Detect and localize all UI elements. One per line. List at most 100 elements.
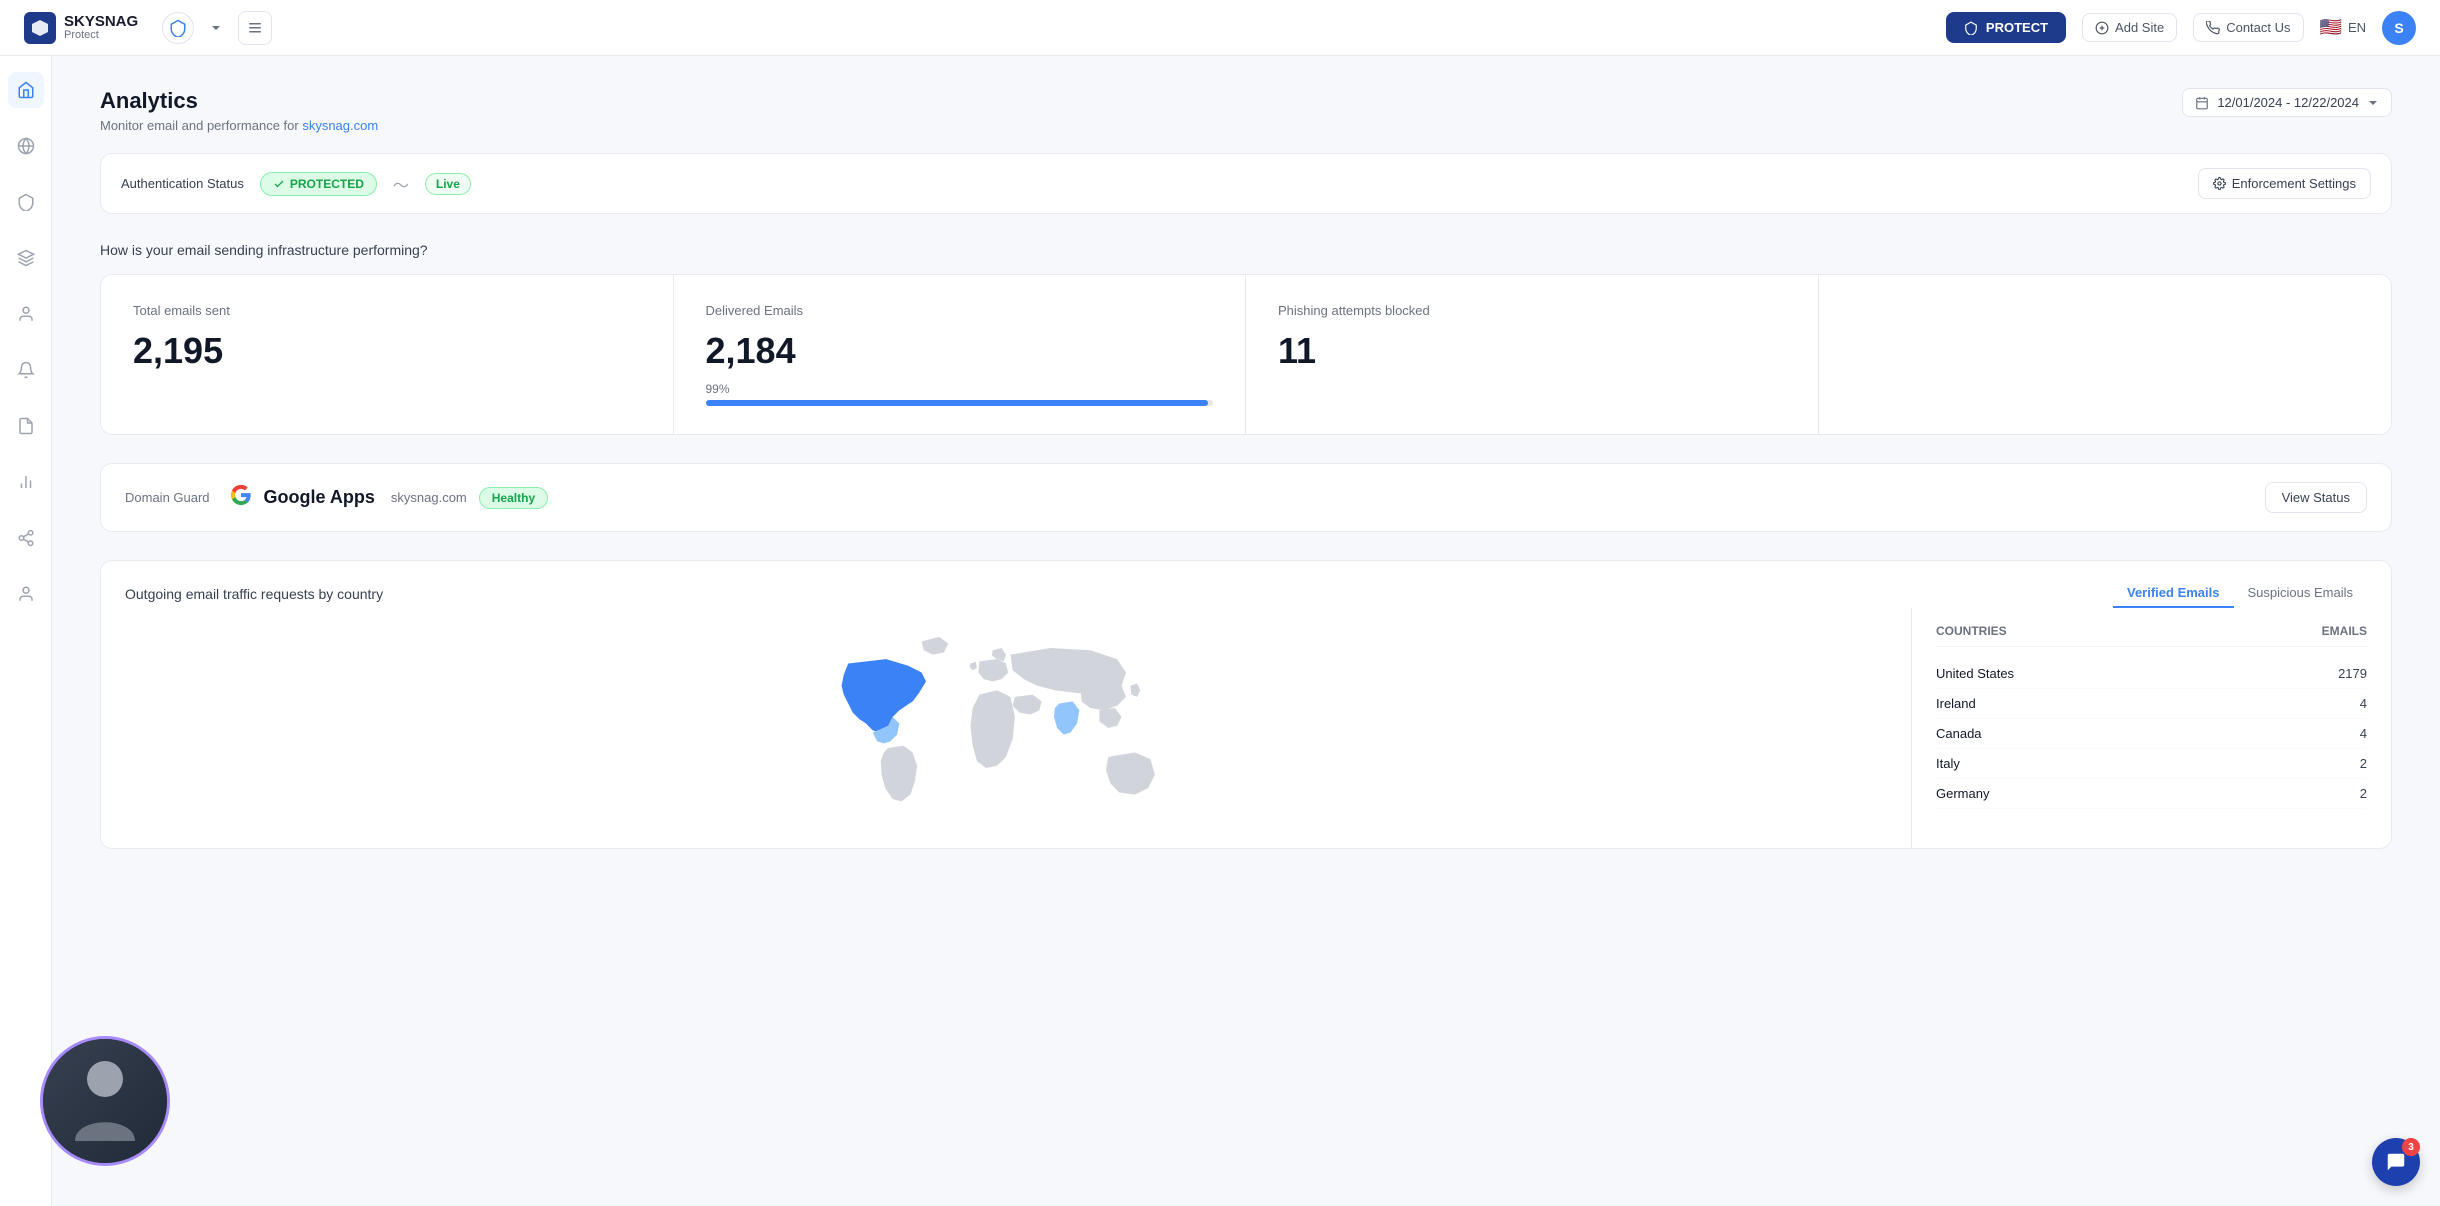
main-content: Analytics Monitor email and performance … [52,56,2440,1206]
add-site-label: Add Site [2115,20,2164,35]
sidebar-item-shield[interactable] [8,184,44,220]
settings-icon [2213,177,2226,190]
stats-row: Total emails sent 2,195 Delivered Emails… [100,274,2392,435]
logo-area: SKYSNAG Protect [24,12,138,44]
webcam-person [43,1036,167,1166]
map-visual [101,608,1911,848]
map-tabs: Verified Emails Suspicious Emails [2113,579,2367,608]
sidebar-item-user-circle[interactable] [8,576,44,612]
share-icon [17,529,35,547]
chat-icon [2385,1151,2407,1173]
emails-italy: 2 [2360,756,2367,771]
user-icon [17,305,35,323]
africa-path [970,690,1014,768]
chat-button[interactable]: 3 [2372,1138,2420,1186]
person-svg [65,1051,145,1151]
menu-button[interactable] [238,11,272,45]
menu-icon [247,20,263,36]
emails-us: 2179 [2338,666,2367,681]
domain-guard-label: Domain Guard [125,490,210,505]
page-header: Analytics Monitor email and performance … [100,88,2392,133]
sidebar-item-home[interactable] [8,72,44,108]
domain-link[interactable]: skysnag.com [302,118,378,133]
google-icon [230,484,252,512]
map-section: Outgoing email traffic requests by count… [100,560,2392,849]
logo-name: SKYSNAG [64,14,138,29]
sidebar-item-user[interactable] [8,296,44,332]
page-subtitle: Monitor email and performance for skysna… [100,118,378,133]
view-status-button[interactable]: View Status [2265,482,2367,513]
wave-icon: 〜 [393,172,409,196]
contact-us-label: Contact Us [2226,20,2290,35]
google-svg [230,484,252,506]
plus-icon [2095,21,2109,35]
stat-label-delivered: Delivered Emails [706,303,1214,318]
japan-path [1130,684,1140,697]
add-site-button[interactable]: Add Site [2082,13,2177,42]
tab-verified-emails[interactable]: Verified Emails [2113,579,2234,608]
date-range-picker[interactable]: 12/01/2024 - 12/22/2024 [2182,88,2392,117]
sidebar [0,56,52,1206]
domain-guard-card: Domain Guard Google Apps skysnag.com Hea… [100,463,2392,532]
table-row: Canada 4 [1936,719,2367,749]
shield-icon [169,19,187,37]
col-header-countries: Countries [1936,624,2007,638]
map-body: Countries Emails United States 2179 Irel… [101,608,2391,848]
middle-east-path [1013,695,1042,715]
logo-svg [30,18,50,38]
emails-canada: 4 [2360,726,2367,741]
stat-value-delivered: 2,184 [706,330,1214,372]
globe-icon [17,137,35,155]
view-status-label: View Status [2282,490,2350,505]
se-asia-path [1099,708,1121,728]
sidebar-item-bell[interactable] [8,352,44,388]
india-path [1054,701,1079,734]
stats-section-label: How is your email sending infrastructure… [100,242,2392,258]
topbar: SKYSNAG Protect PROTE [0,0,2440,56]
country-italy: Italy [1936,756,1960,771]
north-america-path [842,659,926,732]
stat-value-phishing: 11 [1278,330,1786,372]
sidebar-item-globe[interactable] [8,128,44,164]
chevron-down-icon [210,22,222,34]
table-row: Ireland 4 [1936,689,2367,719]
check-icon [273,178,285,190]
sidebar-item-analytics[interactable] [8,464,44,500]
auth-status-bar: Authentication Status PROTECTED 〜 Live E… [100,153,2392,214]
sidebar-item-report[interactable] [8,408,44,444]
south-america-path [881,746,917,802]
table-row: Germany 2 [1936,779,2367,809]
analytics-icon [17,473,35,491]
table-row: United States 2179 [1936,659,2367,689]
chat-badge: 3 [2402,1138,2420,1156]
enforcement-settings-button[interactable]: Enforcement Settings [2198,168,2371,199]
map-section-label: Outgoing email traffic requests by count… [125,586,383,602]
healthy-text: Healthy [492,491,535,505]
phone-icon [2206,21,2220,35]
tab-suspicious-emails[interactable]: Suspicious Emails [2234,579,2368,608]
sidebar-item-share[interactable] [8,520,44,556]
country-canada: Canada [1936,726,1982,741]
logo-text-block: SKYSNAG Protect [64,14,138,41]
enforcement-btn-label: Enforcement Settings [2232,176,2356,191]
shield-dropdown[interactable] [210,22,222,34]
protect-button[interactable]: PROTECT [1946,12,2066,43]
shield-nav-icon [17,193,35,211]
user-circle-icon [17,585,35,603]
shield-badge-btn[interactable] [162,12,194,44]
stat-label-phishing: Phishing attempts blocked [1278,303,1786,318]
layers-icon [17,249,35,267]
user-avatar[interactable]: S [2382,11,2416,45]
sidebar-item-layers[interactable] [8,240,44,276]
language-selector[interactable]: 🇺🇸 EN [2320,17,2366,38]
scandinavia-path [992,648,1006,661]
table-row: Italy 2 [1936,749,2367,779]
home-icon [17,81,35,99]
country-germany: Germany [1936,786,1989,801]
protect-shield-icon [1964,21,1978,35]
flag-icon: 🇺🇸 [2320,17,2342,38]
europe-path [978,659,1008,681]
contact-us-button[interactable]: Contact Us [2193,13,2303,42]
protected-status-text: PROTECTED [290,177,364,191]
uk-path [970,662,978,670]
